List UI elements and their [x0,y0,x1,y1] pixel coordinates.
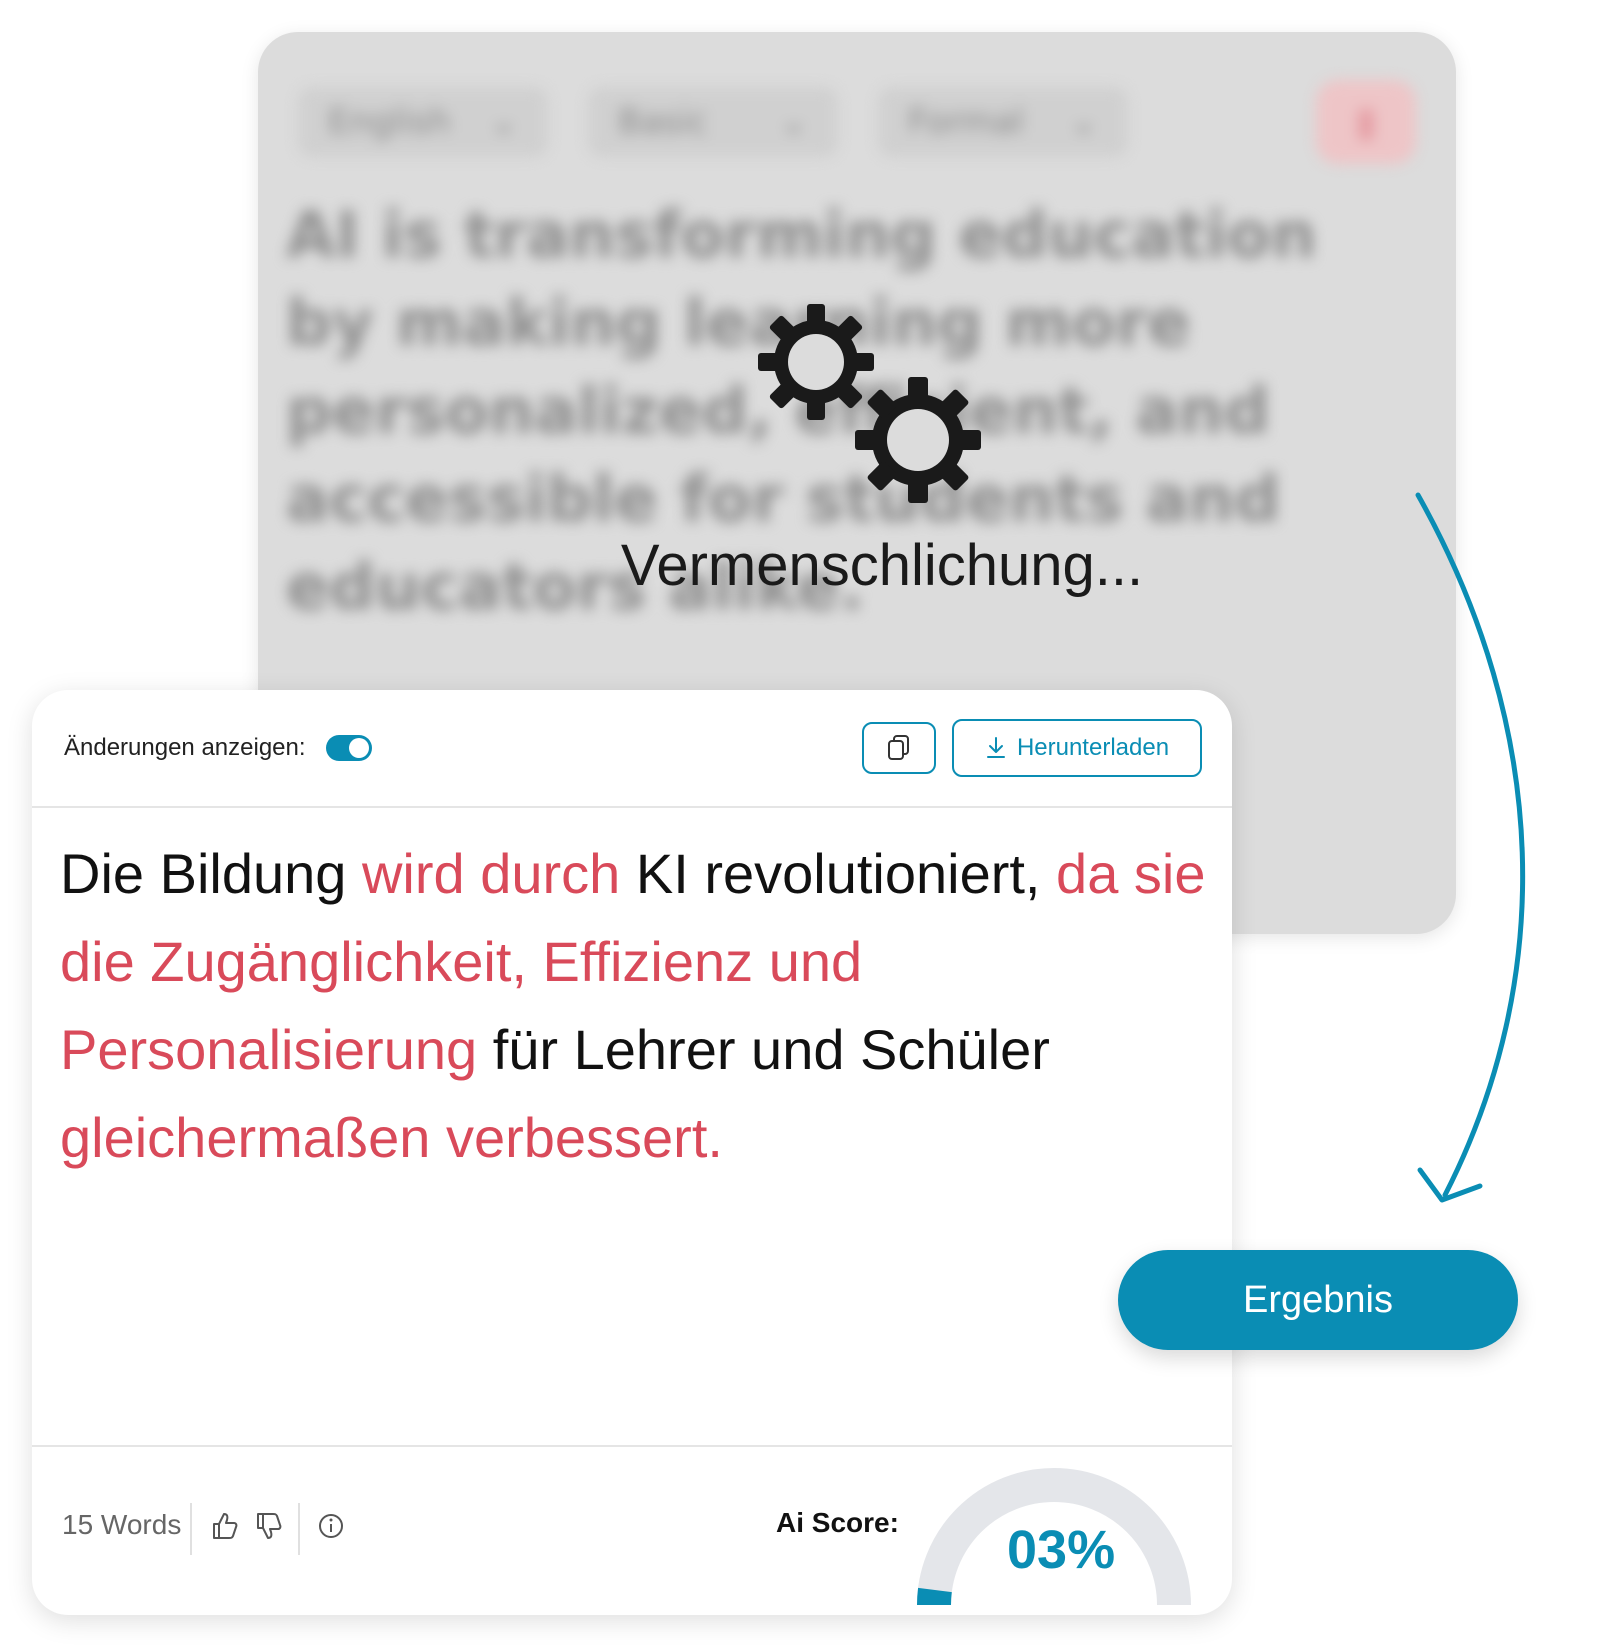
changed-text-segment: gleichermaßen verbessert. [60,1106,723,1169]
blurred-mode-select: Basic ⌄ [588,87,838,157]
download-button[interactable]: Herunterladen [952,719,1202,777]
copy-icon [888,735,909,760]
text-segment: KI revolutioniert, [620,842,1057,905]
thumbs-up-icon[interactable] [210,1511,240,1541]
show-changes-toggle[interactable] [325,735,372,761]
blurred-delete-button: ▮ [1316,80,1416,164]
info-icon[interactable] [316,1511,346,1541]
toggle-knob [348,738,369,758]
footer-divider [190,1503,192,1555]
blurred-tone-select: Formal ⌄ [878,87,1128,157]
curved-arrow-icon [1415,492,1526,1203]
download-label: Herunterladen [1016,734,1170,761]
ai-score-value: 03% [1007,1520,1116,1580]
blurred-toolbar: English ⌄ Basic ⌄ Formal ⌄ ▮ [298,72,1416,172]
thumbs-down-icon[interactable] [254,1511,284,1541]
ai-score-label: Ai Score: [776,1507,899,1538]
processing-status: Vermenschlichung... [620,533,1144,598]
copy-button[interactable] [862,722,936,774]
result-header: Änderungen anzeigen: Herunterladen [32,690,1232,808]
result-button[interactable]: Ergebnis [1118,1250,1518,1350]
text-segment: für Lehrer und Schüler [477,1018,1050,1081]
changed-text-segment: wird durch [361,842,621,905]
word-count: 15 Words [62,1509,182,1540]
show-changes-label: Änderungen anzeigen: [64,734,306,761]
result-card: Änderungen anzeigen: Herunterladen Die B… [32,690,1232,1615]
result-footer: 15 Words Ai Score: 03% [32,1445,1232,1615]
download-icon [986,737,1005,758]
gears-icon [758,304,981,503]
footer-divider [298,1503,300,1555]
humanized-text: Die Bildung wird durch KI revolutioniert… [60,830,1210,1182]
text-segment: Die Bildung [60,842,362,905]
blurred-language-select: English ⌄ [298,87,548,157]
